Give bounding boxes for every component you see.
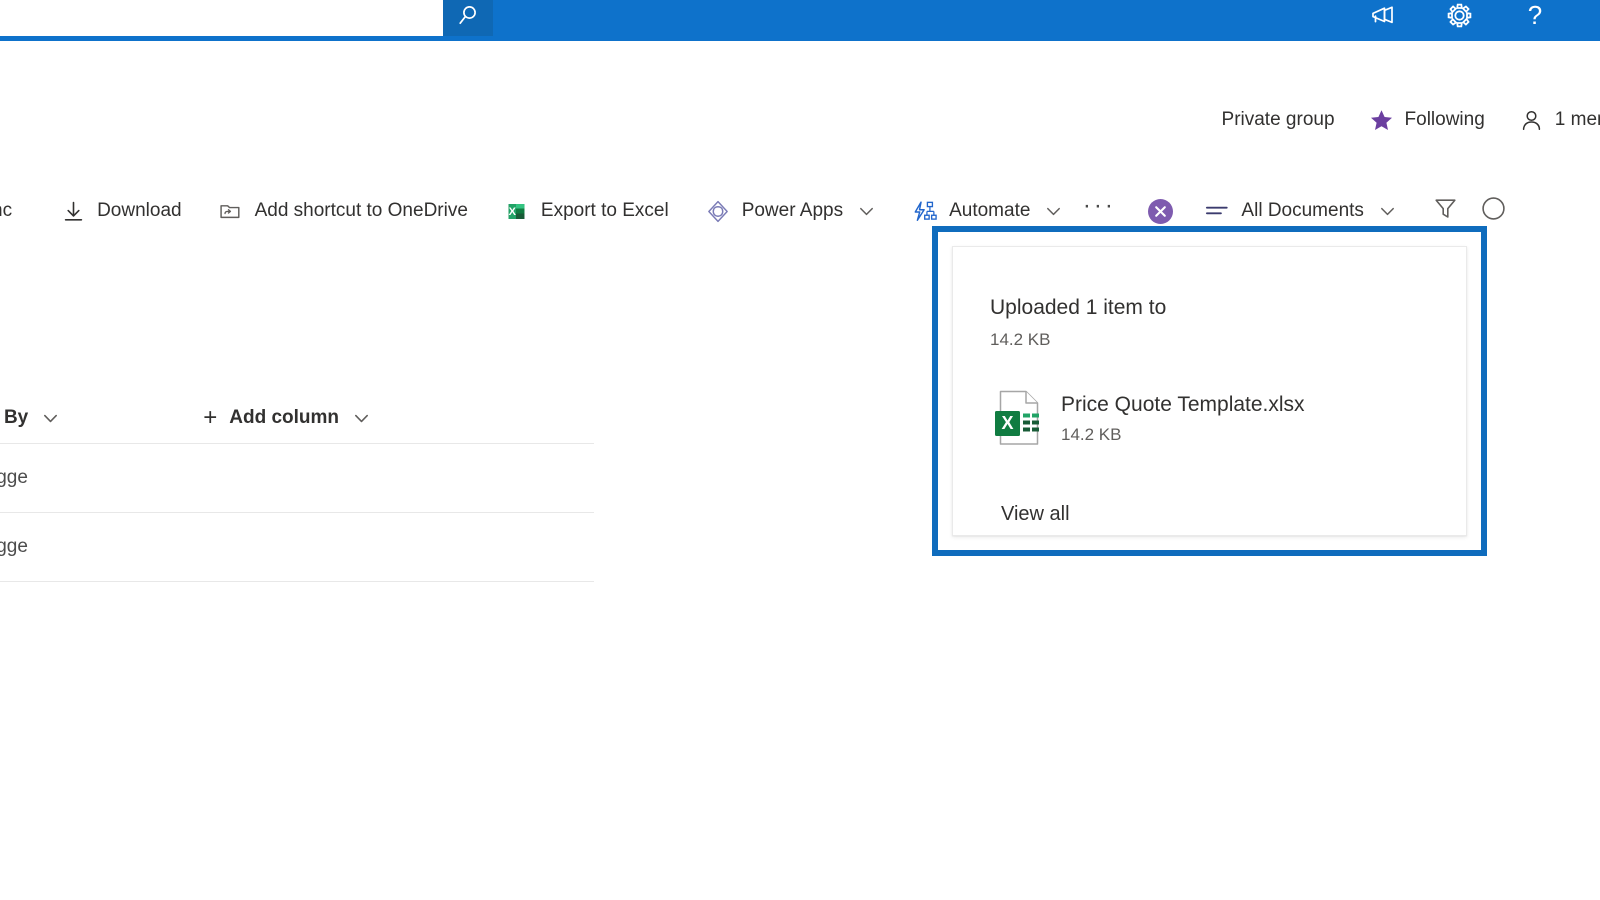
megaphone-icon — [1368, 1, 1398, 36]
uploaded-file-size: 14.2 KB — [1061, 425, 1122, 445]
export-to-excel-command[interactable]: X Export to Excel — [495, 189, 678, 233]
upload-notification-highlight: Uploaded 1 item to 14.2 KB X Price Quote… — [932, 226, 1487, 556]
column-header-modified-by[interactable]: dified By — [0, 396, 60, 440]
view-all-link[interactable]: View all — [1001, 503, 1070, 526]
automate-command-label: Automate — [949, 200, 1031, 221]
power-apps-command[interactable]: Power Apps — [696, 189, 885, 233]
automate-icon — [912, 199, 938, 224]
person-icon — [1519, 108, 1544, 133]
announcements-button[interactable] — [1362, 0, 1404, 36]
cell-modified-by: ry Legge — [0, 536, 28, 557]
table-row[interactable]: ry Legge — [0, 444, 594, 512]
following-button[interactable]: Following — [1369, 108, 1485, 133]
plus-icon: + — [203, 404, 218, 431]
list-view-icon — [1204, 200, 1230, 222]
chevron-down-icon — [1378, 202, 1397, 221]
power-apps-icon — [705, 198, 731, 225]
svg-text:X: X — [1001, 413, 1013, 433]
chevron-down-icon — [1044, 202, 1063, 221]
members-label: 1 membe — [1554, 109, 1600, 130]
chevron-down-icon — [857, 202, 876, 221]
onedrive-shortcut-icon — [218, 199, 244, 224]
sync-command[interactable]: nc — [0, 189, 21, 233]
upload-notification-panel: Uploaded 1 item to 14.2 KB X Price Quote… — [952, 246, 1467, 536]
star-icon — [1369, 108, 1394, 133]
help-button[interactable]: ? — [1514, 0, 1556, 36]
gear-icon — [1444, 0, 1475, 36]
cell-modified-by: ry Legge — [0, 467, 28, 488]
sharepoint-document-library-page: ? Private group Following 1 me c Downloa… — [0, 0, 1600, 900]
svg-text:?: ? — [1528, 1, 1542, 30]
add-column-label: Add column — [229, 407, 340, 428]
excel-icon: X — [504, 199, 530, 224]
sync-error-badge[interactable] — [1148, 198, 1174, 224]
list-divider — [0, 581, 594, 582]
add-shortcut-command-label: Add shortcut to OneDrive — [254, 200, 468, 221]
more-commands-label: ··· — [1082, 192, 1116, 219]
chevron-down-icon — [41, 409, 60, 428]
uploaded-file-name: Price Quote Template.xlsx — [1061, 392, 1305, 416]
filter-icon — [1431, 194, 1460, 228]
power-apps-command-label: Power Apps — [741, 200, 844, 221]
svg-text:X: X — [509, 206, 517, 218]
uploaded-file-item[interactable]: X Price Quote Template.xlsx 14.2 KB — [990, 389, 1305, 447]
upload-notification-title: Uploaded 1 item to — [990, 296, 1167, 319]
suite-bar-spacer — [493, 0, 1362, 41]
download-command-label: Download — [97, 200, 182, 221]
search-button[interactable] — [443, 0, 493, 36]
search-input[interactable] — [0, 0, 443, 36]
suite-icon-group: ? — [1362, 0, 1600, 36]
add-column-button[interactable]: + Add column — [203, 396, 371, 440]
question-mark-icon: ? — [1520, 0, 1550, 36]
chevron-down-icon — [352, 409, 371, 428]
excel-file-icon: X — [990, 389, 1048, 447]
members-button[interactable]: 1 membe — [1519, 108, 1600, 133]
download-command[interactable]: Download — [51, 189, 191, 233]
suite-header-bar: ? — [0, 0, 1600, 41]
column-header-modified-by-label: dified By — [0, 407, 29, 428]
privacy-label: Private group — [1222, 109, 1335, 131]
table-row[interactable]: ry Legge — [0, 513, 594, 581]
info-icon — [1479, 194, 1508, 228]
privacy-label-text: Private group — [1221, 109, 1335, 130]
site-meta-group: Private group Following 1 membe — [1188, 102, 1600, 138]
following-label: Following — [1404, 109, 1485, 130]
search-icon — [455, 3, 481, 34]
settings-button[interactable] — [1438, 0, 1480, 36]
uploaded-file-text: Price Quote Template.xlsx 14.2 KB — [1061, 391, 1305, 445]
sync-command-label: nc — [0, 200, 13, 221]
export-to-excel-command-label: Export to Excel — [540, 200, 669, 221]
view-selector-label: All Documents — [1241, 200, 1364, 221]
site-header: Private group Following 1 membe — [0, 41, 1600, 173]
upload-notification-subtitle: 14.2 KB — [990, 330, 1051, 349]
download-icon — [60, 199, 86, 224]
close-icon — [1155, 205, 1167, 217]
add-shortcut-to-onedrive-command[interactable]: Add shortcut to OneDrive — [209, 189, 477, 233]
